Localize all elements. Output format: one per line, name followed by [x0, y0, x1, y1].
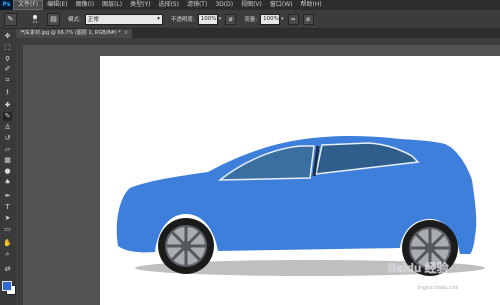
opacity-dropdown-icon[interactable]: ▾ — [219, 16, 222, 22]
eyedropper-tool-icon[interactable]: ɟ — [3, 87, 12, 96]
airbrush-icon[interactable]: ≈ — [287, 13, 299, 25]
crop-tool-icon[interactable]: ⌗ — [3, 76, 12, 85]
flow-input[interactable]: 100% — [260, 13, 281, 25]
brush-panel-toggle-icon[interactable]: ▤ — [47, 12, 60, 26]
menu-view[interactable]: 视图(V) — [237, 0, 266, 10]
pen-tool-icon[interactable]: ✒ — [3, 192, 12, 201]
menu-layer[interactable]: 图层(L) — [98, 0, 126, 10]
mode-value: 正常 — [87, 17, 99, 23]
shape-tool-icon[interactable]: ▭ — [3, 225, 12, 234]
type-tool-icon[interactable]: T — [3, 203, 12, 212]
clone-stamp-tool-icon[interactable]: ♙ — [3, 123, 12, 132]
menu-edit[interactable]: 编辑(E) — [43, 0, 71, 10]
hand-tool-icon[interactable]: ✋ — [3, 239, 12, 248]
brush-size-value: 21 — [32, 18, 38, 24]
blur-tool-icon[interactable]: ● — [3, 167, 12, 176]
brush-tool-preset-icon[interactable]: ✎ — [4, 12, 17, 26]
document-tab[interactable]: 汽车素材.jpg @ 66.7% (图层 1, RGB/8#) * × — [16, 29, 132, 38]
menu-help[interactable]: 帮助(H) — [297, 0, 326, 10]
pressure-opacity-icon[interactable]: ø — [225, 13, 237, 25]
flow-label: 流量: — [244, 17, 258, 23]
quick-select-tool-icon[interactable]: ✐ — [3, 65, 12, 74]
menu-bar: Ps 文件(F) 编辑(E) 图像(I) 图层(L) 类型(Y) 选择(S) 滤… — [0, 0, 500, 10]
marquee-tool-icon[interactable]: ⬚ — [3, 43, 12, 52]
brush-size-picker[interactable]: 21 — [29, 13, 41, 25]
front-wheel — [158, 218, 214, 274]
tools-panel: ✥ ⬚ ϙ ✐ ⌗ ɟ ✚ ✎ ♙ ↺ ▱ ▦ ● ♠ ✒ T ➤ ▭ ✋ ⌕ … — [0, 29, 17, 305]
menu-window[interactable]: 窗口(W) — [266, 0, 297, 10]
zoom-tool-icon[interactable]: ⌕ — [3, 250, 12, 259]
flow-dropdown-icon[interactable]: ▾ — [281, 16, 284, 22]
history-brush-tool-icon[interactable]: ↺ — [3, 134, 12, 143]
watermark-logo: Baidu 经验 — [388, 261, 449, 275]
document-tab-bar: 汽车素材.jpg @ 66.7% (图层 1, RGB/8#) * × — [16, 29, 500, 38]
move-tool-icon[interactable]: ✥ — [3, 32, 12, 41]
menu-select[interactable]: 选择(S) — [154, 0, 183, 10]
document-tab-title: 汽车素材.jpg @ 66.7% (图层 1, RGB/8#) * — [20, 30, 121, 36]
swap-colors-icon[interactable]: ⇄ — [3, 265, 12, 274]
mode-label: 模式: — [68, 17, 81, 23]
menu-filter[interactable]: 滤镜(T) — [183, 0, 211, 10]
menu-type[interactable]: 类型(Y) — [126, 0, 154, 10]
gradient-tool-icon[interactable]: ▦ — [3, 156, 12, 165]
horizontal-ruler — [16, 38, 500, 45]
opacity-label: 不透明度: — [170, 17, 195, 23]
dodge-tool-icon[interactable]: ♠ — [3, 178, 12, 187]
eraser-tool-icon[interactable]: ▱ — [3, 145, 12, 154]
healing-brush-tool-icon[interactable]: ✚ — [3, 101, 12, 110]
pressure-size-icon[interactable]: ø — [302, 13, 314, 25]
chevron-down-icon: ▾ — [157, 16, 160, 22]
photoshop-logo: Ps — [0, 0, 13, 10]
close-icon[interactable]: × — [124, 29, 128, 38]
foreground-color-swatch[interactable] — [2, 281, 12, 291]
menu-file[interactable]: 文件(F) — [13, 0, 44, 10]
lasso-tool-icon[interactable]: ϙ — [3, 54, 12, 63]
path-select-tool-icon[interactable]: ➤ — [3, 214, 12, 223]
options-bar: ✎ 21 ▤ 模式: 正常 ▾ 不透明度: 100% ▾ ø 流量: 100% … — [0, 10, 500, 29]
menu-3d[interactable]: 3D(D) — [211, 0, 237, 10]
watermark-url: jingyan.baidu.com — [418, 285, 459, 291]
vertical-ruler — [16, 45, 23, 305]
menu-image[interactable]: 图像(I) — [72, 0, 98, 10]
brush-tool-icon[interactable]: ✎ — [3, 112, 12, 121]
opacity-input[interactable]: 100% — [197, 13, 218, 25]
mode-select[interactable]: 正常 ▾ — [84, 13, 163, 25]
